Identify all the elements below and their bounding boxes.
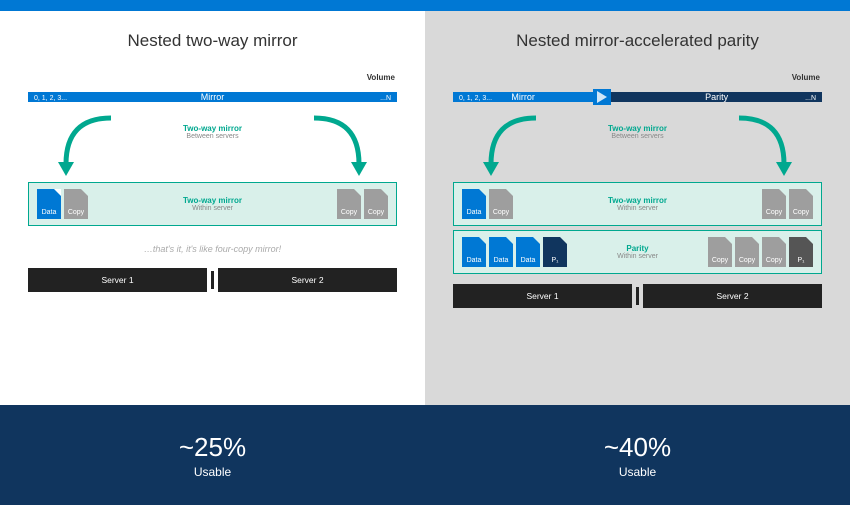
- server-2: Server 2: [643, 284, 822, 308]
- volume-label: Volume: [453, 73, 822, 82]
- block-copy: Copy: [789, 189, 813, 219]
- curved-arrow-right-icon: [694, 112, 804, 182]
- strip-subtitle: Within server: [513, 205, 762, 212]
- volume-segment-label: Parity: [705, 92, 728, 102]
- panel-title: Nested two-way mirror: [28, 31, 397, 51]
- volume-segment-label: Mirror: [511, 92, 535, 102]
- blocks-left: Data Data Data P₁: [462, 237, 567, 267]
- block-data: Data: [462, 189, 486, 219]
- block-data: Data: [37, 189, 61, 219]
- volume-bar: 0, 1, 2, 3... Mirror ...N: [28, 84, 397, 110]
- server-separator: [211, 271, 214, 289]
- block-copy: Copy: [64, 189, 88, 219]
- blocks-left: Data Copy: [462, 189, 513, 219]
- usable-label: Usable: [619, 465, 656, 479]
- curved-arrow-left-icon: [46, 112, 156, 182]
- block-copy: Copy: [762, 237, 786, 267]
- volume-index-start: 0, 1, 2, 3...: [34, 95, 67, 102]
- blocks-left: Data Copy: [37, 189, 88, 219]
- parity-subtitle: Within server: [567, 253, 708, 260]
- block-copy: Copy: [364, 189, 388, 219]
- strip-label: Parity Within server: [567, 244, 708, 260]
- blocks-right: Copy Copy Copy P₁: [708, 237, 813, 267]
- strip-title: Two-way mirror: [88, 196, 337, 205]
- parity-title: Parity: [567, 244, 708, 253]
- panel-mirror-accelerated-parity: Nested mirror-accelerated parity Volume …: [425, 11, 850, 405]
- block-data: Data: [489, 237, 513, 267]
- block-copy: Copy: [762, 189, 786, 219]
- servers-row: Server 1 Server 2: [453, 284, 822, 308]
- arrow-label: Two-way mirror Between servers: [183, 124, 242, 140]
- servers-row: Server 1 Server 2: [28, 268, 397, 292]
- curved-arrow-right-icon: [269, 112, 379, 182]
- panel-title: Nested mirror-accelerated parity: [453, 31, 822, 51]
- volume-label: Volume: [28, 73, 397, 82]
- usable-percentage: ~40%: [604, 432, 671, 463]
- diagram-canvas: Nested two-way mirror Volume 0, 1, 2, 3.…: [0, 0, 850, 505]
- mirror-strip: Data Copy Two-way mirror Within server C…: [28, 182, 397, 226]
- strip-label: Two-way mirror Within server: [513, 196, 762, 212]
- block-parity: P₁: [543, 237, 567, 267]
- strip-label: Two-way mirror Within server: [88, 196, 337, 212]
- volume-index-end: ...N: [805, 95, 816, 102]
- arrow-title: Two-way mirror: [183, 124, 242, 133]
- curved-arrow-left-icon: [471, 112, 581, 182]
- block-copy: Copy: [708, 237, 732, 267]
- block-copy: Copy: [337, 189, 361, 219]
- footer-cell-left: ~25% Usable: [0, 405, 425, 505]
- footer-bar: ~25% Usable ~40% Usable: [0, 405, 850, 505]
- footer-cell-right: ~40% Usable: [425, 405, 850, 505]
- parity-strip: Data Data Data P₁ Parity Within server C…: [453, 230, 822, 274]
- usable-percentage: ~25%: [179, 432, 246, 463]
- usable-label: Usable: [194, 465, 231, 479]
- volume-segment-mirror: 0, 1, 2, 3... Mirror ...N: [28, 92, 397, 102]
- volume-bar: 0, 1, 2, 3... Mirror Parity ...N: [453, 84, 822, 110]
- arrow-subtitle: Between servers: [608, 133, 667, 140]
- block-parity-copy: P₁: [789, 237, 813, 267]
- caption-text: …that's it, it's like four-copy mirror!: [28, 244, 397, 254]
- block-data: Data: [462, 237, 486, 267]
- volume-segment-label: Mirror: [201, 92, 225, 102]
- block-data: Data: [516, 237, 540, 267]
- top-accent-bar: [0, 0, 850, 11]
- arrow-title: Two-way mirror: [608, 124, 667, 133]
- arrows-between-servers: Two-way mirror Between servers: [453, 112, 822, 182]
- arrow-subtitle: Between servers: [183, 133, 242, 140]
- arrows-between-servers: Two-way mirror Between servers: [28, 112, 397, 182]
- volume-index-start: 0, 1, 2, 3...: [459, 95, 492, 102]
- mirror-strip: Data Copy Two-way mirror Within server C…: [453, 182, 822, 226]
- strip-title: Two-way mirror: [513, 196, 762, 205]
- server-1: Server 1: [453, 284, 632, 308]
- block-copy: Copy: [489, 189, 513, 219]
- blocks-right: Copy Copy: [337, 189, 388, 219]
- server-1: Server 1: [28, 268, 207, 292]
- volume-segment-parity: Parity ...N: [611, 92, 822, 102]
- arrow-label: Two-way mirror Between servers: [608, 124, 667, 140]
- server-2: Server 2: [218, 268, 397, 292]
- blocks-right: Copy Copy: [762, 189, 813, 219]
- chevron-right-icon: [593, 89, 611, 105]
- strip-subtitle: Within server: [88, 205, 337, 212]
- server-separator: [636, 287, 639, 305]
- block-copy: Copy: [735, 237, 759, 267]
- volume-index-end: ...N: [380, 95, 391, 102]
- panel-two-way-mirror: Nested two-way mirror Volume 0, 1, 2, 3.…: [0, 11, 425, 405]
- volume-segment-mirror: 0, 1, 2, 3... Mirror: [453, 92, 593, 102]
- panels-row: Nested two-way mirror Volume 0, 1, 2, 3.…: [0, 11, 850, 405]
